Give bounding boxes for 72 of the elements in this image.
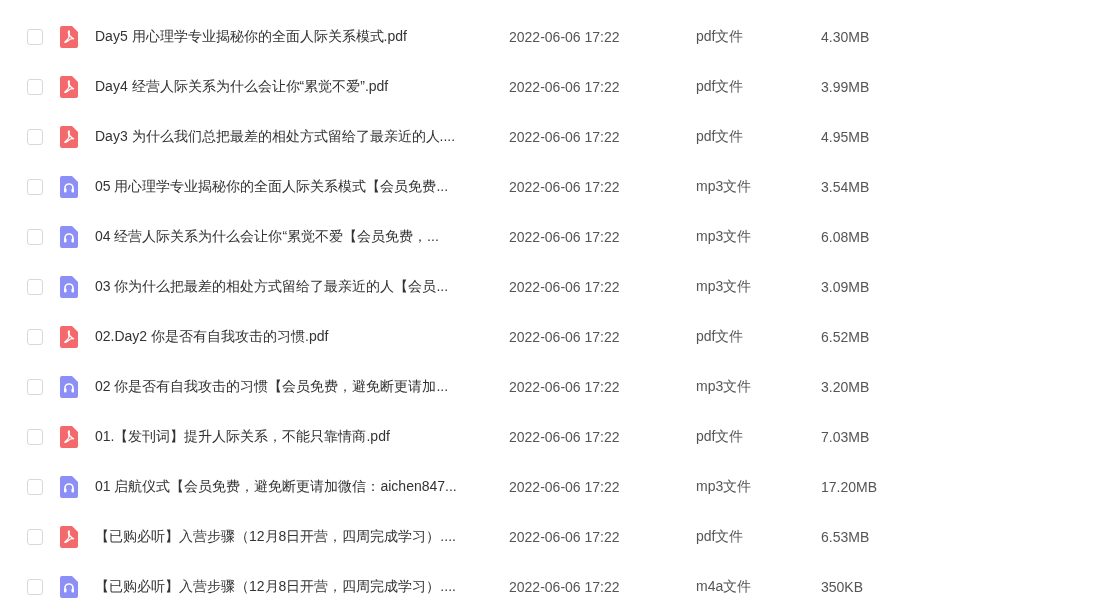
file-type: pdf文件 [696,428,745,446]
modified-date: 2022-06-06 17:22 [509,129,621,145]
file-name[interactable]: 02 你是否有自我攻击的习惯【会员免费，避免断更请加... [95,378,509,396]
file-name[interactable]: 01.【发刊词】提升人际关系，不能只靠情商.pdf [95,428,509,446]
checkbox[interactable] [27,229,43,245]
file-type: m4a文件 [696,578,753,596]
headphones-file-icon [60,576,78,598]
modified-date: 2022-06-06 17:22 [509,229,621,245]
file-size: 4.30MB [821,29,870,45]
file-name[interactable]: 02.Day2 你是否有自我攻击的习惯.pdf [95,328,509,346]
pdf-file-icon [60,326,78,348]
file-size: 3.20MB [821,379,870,395]
checkbox[interactable] [27,429,43,445]
file-name[interactable]: 03 你为什么把最差的相处方式留给了最亲近的人【会员... [95,278,509,296]
headphones-file-icon [60,176,78,198]
file-type: mp3文件 [696,478,753,496]
file-name[interactable]: 【已购必听】入营步骤（12月8日开营，四周完成学习）.... [95,528,509,546]
file-size: 3.99MB [821,79,870,95]
pdf-file-icon [60,126,78,148]
file-name[interactable]: 05 用心理学专业揭秘你的全面人际关系模式【会员免费... [95,178,509,196]
file-type: mp3文件 [696,378,753,396]
modified-date: 2022-06-06 17:22 [509,29,621,45]
headphones-file-icon [60,476,78,498]
file-size: 6.08MB [821,229,870,245]
modified-date: 2022-06-06 17:22 [509,529,621,545]
file-size: 3.09MB [821,279,870,295]
pdf-file-icon [60,76,78,98]
file-type: pdf文件 [696,78,745,96]
checkbox[interactable] [27,79,43,95]
checkbox[interactable] [27,329,43,345]
checkbox[interactable] [27,179,43,195]
file-name[interactable]: Day5 用心理学专业揭秘你的全面人际关系模式.pdf [95,28,509,46]
file-type: pdf文件 [696,28,745,46]
checkbox[interactable] [27,129,43,145]
file-size: 7.03MB [821,429,870,445]
checkbox[interactable] [27,579,43,595]
file-name[interactable]: Day3 为什么我们总把最差的相处方式留给了最亲近的人.... [95,128,509,146]
file-type: pdf文件 [696,128,745,146]
headphones-file-icon [60,376,78,398]
file-type: mp3文件 [696,178,753,196]
pdf-file-icon [60,526,78,548]
pdf-file-icon [60,26,78,48]
headphones-file-icon [60,276,78,298]
file-size: 3.54MB [821,179,870,195]
checkbox[interactable] [27,479,43,495]
file-size: 4.95MB [821,129,870,145]
modified-date: 2022-06-06 17:22 [509,179,621,195]
modified-date: 2022-06-06 17:22 [509,429,621,445]
file-name[interactable]: 01 启航仪式【会员免费，避免断更请加微信：aichen847... [95,478,509,496]
file-type: mp3文件 [696,278,753,296]
modified-date: 2022-06-06 17:22 [509,279,621,295]
modified-date: 2022-06-06 17:22 [509,329,621,345]
file-size: 17.20MB [821,479,878,495]
file-size: 6.52MB [821,329,870,345]
file-size: 350KB [821,579,864,595]
modified-date: 2022-06-06 17:22 [509,479,621,495]
file-type: pdf文件 [696,528,745,546]
checkbox[interactable] [27,29,43,45]
modified-date: 2022-06-06 17:22 [509,579,621,595]
file-name[interactable]: 04 经营人际关系为什么会让你“累觉不爱【会员免费，... [95,228,509,246]
modified-date: 2022-06-06 17:22 [509,379,621,395]
checkbox[interactable] [27,279,43,295]
file-name[interactable]: 【已购必听】入营步骤（12月8日开营，四周完成学习）.... [95,578,509,596]
checkbox[interactable] [27,379,43,395]
checkbox[interactable] [27,529,43,545]
pdf-file-icon [60,426,78,448]
headphones-file-icon [60,226,78,248]
file-size: 6.53MB [821,529,870,545]
file-name[interactable]: Day4 经营人际关系为什么会让你“累觉不爱”.pdf [95,78,509,96]
file-type: mp3文件 [696,228,753,246]
modified-date: 2022-06-06 17:22 [509,79,621,95]
file-type: pdf文件 [696,328,745,346]
